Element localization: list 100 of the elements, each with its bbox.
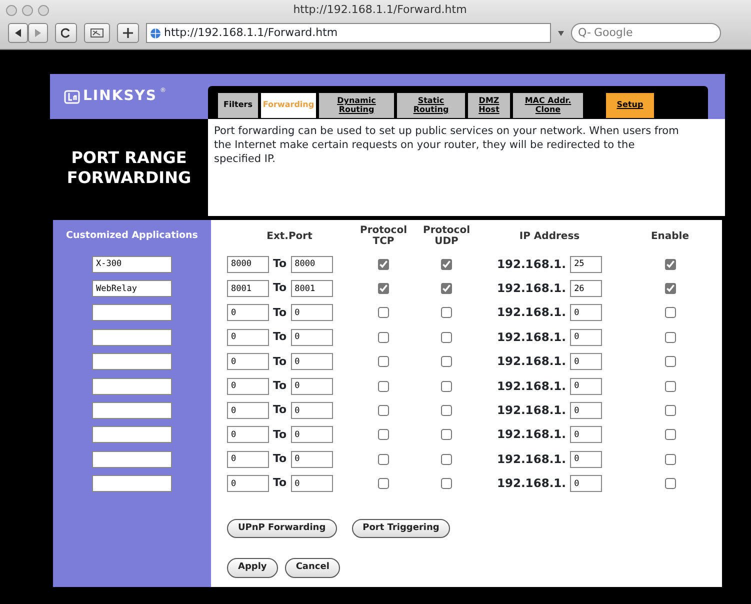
port-field[interactable]: 0 <box>227 450 269 468</box>
checkbox[interactable] <box>378 258 389 270</box>
address-field[interactable]: http://192.168.1.1/Forward.htm <box>146 23 551 43</box>
port-field[interactable]: 8001 <box>290 280 333 298</box>
to-label: To <box>273 256 287 272</box>
checkbox[interactable] <box>378 380 389 392</box>
to-label: To <box>273 329 287 346</box>
application-field[interactable]: X-300 <box>92 256 172 273</box>
tab[interactable]: Setup <box>606 93 654 118</box>
add-bookmark-button[interactable] <box>117 23 139 43</box>
checkbox[interactable] <box>664 478 676 490</box>
ip-field[interactable]: 25 <box>570 256 602 273</box>
checkbox[interactable] <box>378 356 389 368</box>
ip-field[interactable]: 0 <box>570 378 602 395</box>
port-field[interactable]: 0 <box>290 450 333 468</box>
checkbox[interactable] <box>664 258 676 270</box>
forward-icon <box>34 29 42 37</box>
checkbox[interactable] <box>664 356 676 368</box>
checkbox[interactable] <box>441 356 452 368</box>
application-field[interactable] <box>92 402 172 420</box>
port-field[interactable]: 0 <box>227 378 269 395</box>
tab[interactable]: DMZ Host <box>468 93 510 118</box>
port-field[interactable]: 0 <box>227 353 269 370</box>
application-field[interactable] <box>92 304 172 322</box>
checkbox[interactable] <box>378 429 389 440</box>
checkbox[interactable] <box>441 380 452 392</box>
port-field[interactable]: 0 <box>290 304 333 322</box>
port-field[interactable]: 0 <box>227 426 269 444</box>
port-field[interactable]: 0 <box>290 378 333 395</box>
checkbox[interactable] <box>441 258 452 270</box>
checkbox[interactable] <box>378 283 389 294</box>
search-field[interactable]: Q- Google <box>571 23 721 43</box>
application-field[interactable] <box>92 475 172 492</box>
form-button[interactable]: Apply <box>227 558 278 578</box>
ip-field[interactable]: 0 <box>570 426 602 444</box>
port-field[interactable]: 0 <box>227 304 269 322</box>
tab[interactable]: Filters <box>218 93 258 118</box>
checkbox[interactable] <box>664 332 676 343</box>
port-field[interactable]: 0 <box>290 402 333 420</box>
application-field[interactable] <box>92 328 172 346</box>
checkbox[interactable] <box>441 283 452 294</box>
column-header: Protocol TCP <box>358 225 408 247</box>
snapback-button[interactable] <box>84 23 110 43</box>
port-field[interactable]: 0 <box>290 475 333 492</box>
tab[interactable]: Dynamic Routing <box>319 93 394 118</box>
link-button[interactable]: Port Triggering <box>352 518 450 538</box>
checkbox[interactable] <box>441 307 452 318</box>
checkbox[interactable] <box>441 429 452 440</box>
port-field[interactable]: 8000 <box>227 256 269 273</box>
checkbox[interactable] <box>378 307 389 318</box>
dropdown-icon[interactable] <box>558 30 564 36</box>
to-label: To <box>273 280 287 296</box>
ip-field[interactable]: 0 <box>570 450 602 468</box>
checkbox[interactable] <box>441 478 452 490</box>
tab[interactable]: Static Routing <box>397 93 465 118</box>
port-field[interactable]: 0 <box>227 328 269 346</box>
port-field[interactable]: 0 <box>290 328 333 346</box>
checkbox[interactable] <box>441 405 452 416</box>
application-field[interactable] <box>92 353 172 370</box>
checkbox[interactable] <box>378 478 389 490</box>
column-header: Customized Applications <box>65 228 199 243</box>
checkbox[interactable] <box>378 454 389 465</box>
checkbox[interactable] <box>664 454 676 465</box>
checkbox[interactable] <box>664 283 676 294</box>
form-button[interactable]: Cancel <box>284 558 340 578</box>
to-label: To <box>273 451 287 468</box>
application-field[interactable] <box>92 378 172 395</box>
ip-field[interactable]: 0 <box>570 304 602 322</box>
to-label: To <box>273 354 287 370</box>
checkbox[interactable] <box>664 405 676 416</box>
ip-field[interactable]: 0 <box>570 353 602 370</box>
ip-field[interactable]: 0 <box>570 475 602 492</box>
port-field[interactable]: 8001 <box>227 280 269 298</box>
port-field[interactable]: 0 <box>290 426 333 444</box>
checkbox[interactable] <box>441 332 452 343</box>
reload-button[interactable] <box>55 23 77 43</box>
tab[interactable]: MAC Addr. Clone <box>513 93 583 118</box>
to-label: To <box>273 475 287 492</box>
application-field[interactable]: WebRelay <box>92 280 172 298</box>
link-button[interactable]: UPnP Forwarding <box>227 518 337 538</box>
checkbox[interactable] <box>664 429 676 440</box>
ip-prefix: 192.168.1. <box>496 475 566 492</box>
checkbox[interactable] <box>664 307 676 318</box>
application-field[interactable] <box>92 450 172 468</box>
port-field[interactable]: 0 <box>227 402 269 420</box>
checkbox[interactable] <box>378 405 389 416</box>
ip-field[interactable]: 0 <box>570 402 602 420</box>
checkbox[interactable] <box>441 454 452 465</box>
ip-prefix: 192.168.1. <box>496 304 566 322</box>
ip-field[interactable]: 26 <box>570 280 602 298</box>
port-field[interactable]: 8000 <box>290 256 333 273</box>
port-field[interactable]: 0 <box>290 353 333 370</box>
checkbox[interactable] <box>378 332 389 343</box>
ip-prefix: 192.168.1. <box>496 280 566 297</box>
ip-prefix: 192.168.1. <box>496 450 566 468</box>
checkbox[interactable] <box>664 380 676 392</box>
port-field[interactable]: 0 <box>227 475 269 492</box>
ip-field[interactable]: 0 <box>570 328 602 346</box>
back-button[interactable] <box>8 23 28 43</box>
application-field[interactable] <box>92 426 172 444</box>
